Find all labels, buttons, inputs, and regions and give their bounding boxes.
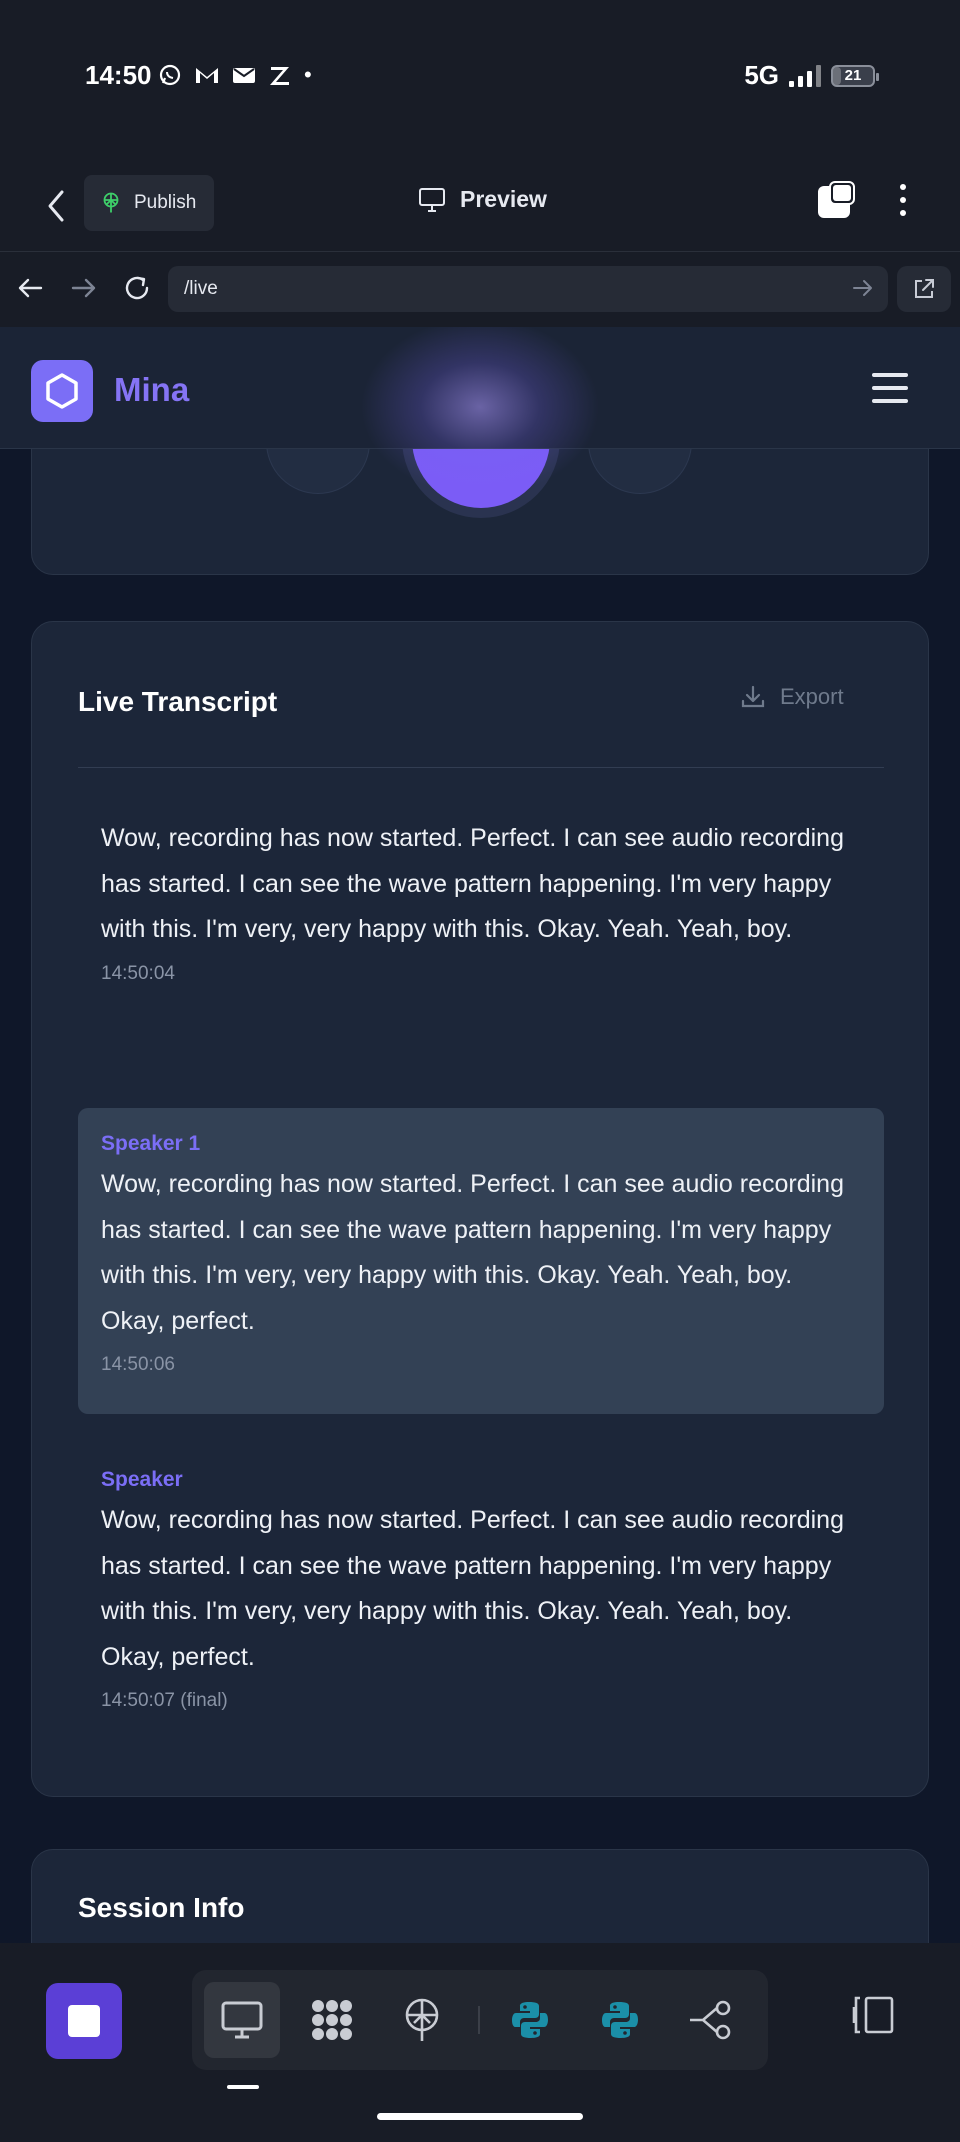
more-options-button[interactable] <box>888 180 918 220</box>
gmail-icon <box>196 68 218 83</box>
bottom-toolbar <box>0 1943 960 2142</box>
home-indicator <box>377 2113 583 2120</box>
publish-icon <box>103 192 119 213</box>
transcript-entry: Speaker 1 Wow, recording has now started… <box>78 1108 884 1414</box>
hamburger-menu-button[interactable] <box>872 373 908 403</box>
battery-icon: 21 <box>831 64 879 87</box>
status-time: 14:50 <box>85 60 152 90</box>
open-external-button[interactable] <box>897 266 951 312</box>
entry-timestamp: 14:50:06 <box>101 1354 175 1375</box>
arrow-right-icon <box>71 278 96 298</box>
tool-group <box>192 1970 768 2070</box>
brand-name: Mina <box>114 371 190 408</box>
notification-icons: • <box>158 62 312 88</box>
external-link-icon <box>915 279 934 298</box>
preview-toggle[interactable]: Preview <box>418 186 547 213</box>
separator <box>478 2006 480 2034</box>
browser-forward-button[interactable] <box>66 270 102 306</box>
url-input[interactable]: /live <box>168 266 888 312</box>
python-icon <box>512 2002 548 2038</box>
session-info-card: Session Info <box>31 1849 929 1943</box>
transcript-entry: Speaker Wow, recording has now started. … <box>78 1444 884 1712</box>
graph-icon <box>690 2000 731 2040</box>
preview-label: Preview <box>460 186 547 212</box>
back-button[interactable] <box>38 186 74 226</box>
dot-icon: • <box>304 62 312 87</box>
panel-toggle-button[interactable] <box>850 1995 896 2035</box>
download-icon <box>741 685 765 708</box>
entry-timestamp: 14:50:04 <box>101 962 175 984</box>
arrow-left-icon <box>18 278 43 298</box>
entry-text: Wow, recording has now started. Perfect.… <box>101 1506 844 1671</box>
transcript-title: Live Transcript <box>78 686 278 717</box>
export-button[interactable]: Export <box>740 684 844 710</box>
publish-label: Publish <box>134 192 197 213</box>
tabs-button[interactable] <box>816 180 856 220</box>
go-arrow-icon[interactable] <box>852 277 874 299</box>
tabs-icon <box>818 181 855 218</box>
browser-bar: /live <box>0 252 960 327</box>
stop-icon <box>68 2005 100 2037</box>
editor-header: Publish Preview <box>0 160 960 252</box>
app-viewport: Mina Live Transcript Export Wow, recordi… <box>0 327 960 1943</box>
app-logo[interactable] <box>31 360 93 422</box>
entry-text: Wow, recording has now started. Perfect.… <box>101 824 844 943</box>
reload-button[interactable] <box>119 270 155 306</box>
stop-button[interactable] <box>46 1983 122 2059</box>
apps-grid-icon <box>312 2000 352 2040</box>
signal-icon <box>789 64 821 87</box>
battery-level: 21 <box>844 67 862 84</box>
transcript-entry: Wow, recording has now started. Perfect.… <box>78 806 884 985</box>
status-bar: 14:50 • 5G 21 <box>0 0 960 160</box>
chevron-left-icon <box>48 190 64 222</box>
panel-layout-icon <box>852 1996 894 2034</box>
whatsapp-icon <box>159 64 181 86</box>
browser-back-button[interactable] <box>12 270 48 306</box>
python-icon <box>602 2002 638 2038</box>
divider <box>78 767 884 768</box>
export-label: Export <box>780 684 844 709</box>
transcript-card: Live Transcript Export Wow, recording ha… <box>31 621 929 1797</box>
speaker-label: Speaker 1 <box>101 1132 201 1155</box>
desktop-icon <box>221 2001 263 2039</box>
mail-icon <box>233 68 255 83</box>
hexagon-icon <box>46 373 78 409</box>
session-title: Session Info <box>78 1892 245 1923</box>
publish-button[interactable]: Publish <box>84 175 215 231</box>
entry-timestamp: 14:50:07 (final) <box>101 1690 228 1711</box>
tool-graph[interactable] <box>672 1982 748 2058</box>
app-header: Mina <box>0 327 960 449</box>
network-type: 5G <box>744 60 779 90</box>
active-tab-indicator <box>227 2085 259 2089</box>
entry-text: Wow, recording has now started. Perfect.… <box>101 1170 844 1335</box>
tool-python-1[interactable] <box>492 1982 568 2058</box>
deploy-icon <box>405 1998 439 2041</box>
tool-deploy[interactable] <box>384 1982 460 2058</box>
tool-apps[interactable] <box>294 1982 370 2058</box>
z-app-icon <box>270 67 289 85</box>
speaker-label: Speaker <box>101 1468 183 1491</box>
tool-python-2[interactable] <box>582 1982 658 2058</box>
reload-icon <box>125 276 149 300</box>
tool-desktop[interactable] <box>204 1982 280 2058</box>
url-text: /live <box>184 278 218 299</box>
monitor-icon <box>419 187 445 212</box>
